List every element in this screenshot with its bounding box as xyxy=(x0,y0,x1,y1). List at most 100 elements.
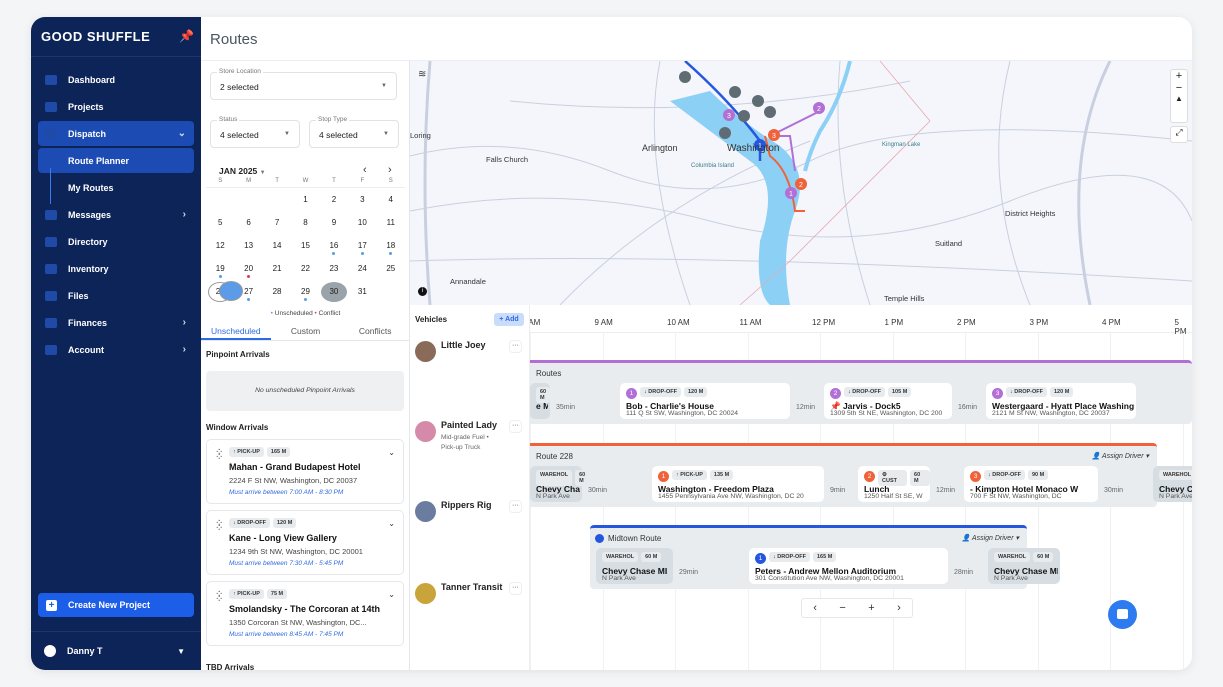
route-stop[interactable]: 1 ↑ PICK-UP 135 M Washington - Freedom Plaz… xyxy=(652,466,824,502)
calendar-day[interactable]: 3 xyxy=(348,188,376,211)
calendar-day[interactable]: 20 xyxy=(234,257,262,280)
calendar-day[interactable]: 10 xyxy=(348,211,376,234)
info-icon[interactable]: i xyxy=(418,287,427,296)
calendar-day[interactable]: 28 xyxy=(263,280,291,303)
calendar-day[interactable]: 5 xyxy=(206,211,234,234)
calendar-day[interactable]: 8 xyxy=(291,211,319,234)
vehicle-row[interactable]: Painted Lady Mid-grade Fuel • Pick-up Tr… xyxy=(410,415,530,495)
next-month-button[interactable]: › xyxy=(388,164,392,176)
calendar-day[interactable]: 14 xyxy=(263,234,291,257)
calendar-day[interactable]: 29 xyxy=(291,280,319,303)
calendar-day[interactable]: 7 xyxy=(263,211,291,234)
sidebar-item-directory[interactable]: Directory xyxy=(38,229,194,254)
vehicle-row[interactable]: Tanner Transit ··· xyxy=(410,577,530,657)
calendar-day[interactable]: 30 xyxy=(320,280,348,303)
calendar-day[interactable]: 21 xyxy=(263,257,291,280)
calendar-day[interactable]: 31 xyxy=(348,280,376,303)
create-project-button[interactable]: + Create New Project xyxy=(38,593,194,617)
store-location-select[interactable]: Store Location 2 selected ▼ xyxy=(210,68,397,100)
calendar-day[interactable]: 15 xyxy=(291,234,319,257)
expand-chevron-icon[interactable]: ⌄ xyxy=(388,519,395,528)
calendar-day[interactable]: 4 xyxy=(377,188,405,211)
user-menu[interactable]: Danny T ▼ xyxy=(31,631,201,670)
layers-icon[interactable]: ≋ xyxy=(418,69,426,80)
compass-icon[interactable]: ▲ xyxy=(1171,94,1187,103)
assign-driver-dropdown[interactable]: 👤 Assign Driver ▾ xyxy=(962,534,1020,542)
calendar-day[interactable]: 16 xyxy=(320,234,348,257)
zoom-in-button[interactable]: + xyxy=(1171,70,1187,82)
warehouse-stop[interactable]: 60 Me MI xyxy=(530,383,551,419)
calendar-day[interactable]: 27 xyxy=(234,280,262,303)
more-options-icon[interactable]: ··· xyxy=(509,340,522,353)
calendar-day[interactable]: 22 xyxy=(291,257,319,280)
calendar-day[interactable]: 26 xyxy=(206,280,243,303)
expand-chevron-icon[interactable]: ⌄ xyxy=(388,448,395,457)
warehouse-stop[interactable]: WAREHOL60 MChevy Chase MIN Park Ave xyxy=(530,466,590,502)
sidebar-item-my-routes[interactable]: My Routes xyxy=(38,175,194,200)
pager-zoom-out-button[interactable]: − xyxy=(839,602,845,614)
route-block[interactable]: Midtown Route 👤 Assign Driver ▾ WAREHOL 60 … xyxy=(590,525,1060,589)
tab-unscheduled[interactable]: Unscheduled xyxy=(201,321,271,340)
status-select[interactable]: Status 4 selected ▼ xyxy=(210,116,300,148)
calendar-day[interactable]: 12 xyxy=(206,234,234,257)
sidebar-item-dispatch[interactable]: Dispatch ⌄ xyxy=(38,121,194,146)
prev-month-button[interactable]: ‹ xyxy=(363,164,367,176)
calendar-day[interactable]: 2 xyxy=(320,188,348,211)
stop-type-select[interactable]: Stop Type 4 selected ▼ xyxy=(309,116,399,148)
chat-launcher-button[interactable] xyxy=(1108,600,1137,629)
route-map[interactable]: 3 2 1 3 2 1 Loring Falls Church Arlingto… xyxy=(410,61,1192,305)
calendar-day[interactable]: 24 xyxy=(348,257,376,280)
sidebar-item-messages[interactable]: Messages › xyxy=(38,202,194,227)
route-stop[interactable]: 2 ⚙ CUST 60 M Lunch 1250 Half St SE, W xyxy=(858,466,930,502)
arrival-card[interactable]: ⁘ ⁘ ↓ DROP-OFF 120 M ⌄ Kane - Long View Ga… xyxy=(206,510,404,575)
calendar-day[interactable]: 9 xyxy=(320,211,348,234)
drag-handle-icon[interactable]: ⁘ ⁘ xyxy=(215,448,224,463)
vehicle-row[interactable]: Little Joey ··· xyxy=(410,335,530,415)
sidebar-item-finances[interactable]: Finances › xyxy=(38,310,194,335)
sidebar-item-files[interactable]: Files xyxy=(38,283,194,308)
calendar-day[interactable]: 11 xyxy=(377,211,405,234)
vehicle-row[interactable]: Rippers Rig ··· xyxy=(410,495,530,575)
calendar-day[interactable]: 25 xyxy=(377,257,405,280)
month-selector[interactable]: JAN 2025 ▼ xyxy=(219,166,266,176)
drag-handle-icon[interactable]: ⁘ ⁘ xyxy=(215,590,224,605)
calendar-day[interactable]: 17 xyxy=(348,234,376,257)
fullscreen-button[interactable]: ⤢ xyxy=(1170,126,1188,143)
warehouse-stop[interactable]: WAREHOL60 MChevy Chase MIN Park Ave xyxy=(988,548,1060,584)
more-options-icon[interactable]: ··· xyxy=(509,582,522,595)
route-stop[interactable]: 2 ↓ DROP-OFF 105 M 📌 Jarvis - Dock5 1309 5th… xyxy=(824,383,952,419)
more-options-icon[interactable]: ··· xyxy=(509,500,522,513)
calendar-day[interactable]: 1 xyxy=(291,188,319,211)
pager-next-button[interactable]: › xyxy=(897,602,901,614)
warehouse-stop[interactable]: WAREHOL60 MChevy Chase MIN Park Ave xyxy=(1153,466,1192,502)
sidebar-item-projects[interactable]: Projects xyxy=(38,94,194,119)
sidebar-item-route-planner[interactable]: Route Planner xyxy=(38,148,194,173)
sidebar-item-inventory[interactable]: Inventory xyxy=(38,256,194,281)
sidebar-item-dashboard[interactable]: Dashboard xyxy=(38,67,194,92)
calendar-day[interactable]: 23 xyxy=(320,257,348,280)
pager-prev-button[interactable]: ‹ xyxy=(813,602,817,614)
route-block[interactable]: Routes 60 Me MI 35min 1↓ DROP-OFF120 MBob -… xyxy=(530,360,1192,424)
tab-conflicts[interactable]: Conflicts xyxy=(340,321,409,340)
route-block[interactable]: Route 228 👤 Assign Driver ▾ WAREHOL 60 M Che… xyxy=(530,443,1192,507)
expand-chevron-icon[interactable]: ⌄ xyxy=(388,590,395,599)
route-stop[interactable]: 1 ↓ DROP-OFF 165 M Peters - Andrew Mellon A… xyxy=(749,548,948,584)
drag-handle-icon[interactable]: ⁘ ⁘ xyxy=(215,519,224,534)
arrival-card[interactable]: ⁘ ⁘ ↑ PICK-UP 75 M ⌄ Smolandsky - The Corc… xyxy=(206,581,404,646)
tab-custom[interactable]: Custom xyxy=(271,321,341,340)
pin-icon[interactable]: 📌 xyxy=(179,29,194,43)
route-stop[interactable]: 3 ↓ DROP-OFF 120 M Westergaard - Hyatt Plac… xyxy=(986,383,1136,419)
calendar-day[interactable]: 18 xyxy=(377,234,405,257)
calendar-day[interactable]: 19 xyxy=(206,257,234,280)
calendar-day[interactable]: 6 xyxy=(234,211,262,234)
route-stop[interactable]: 1 ↓ DROP-OFF 120 M Bob - Charlie's House 111… xyxy=(620,383,790,419)
warehouse-stop[interactable]: WAREHOL60 MChevy Chase MIN Park Ave xyxy=(596,548,673,584)
zoom-out-button[interactable]: − xyxy=(1171,82,1187,94)
pager-zoom-in-button[interactable]: + xyxy=(868,602,874,614)
add-vehicle-button[interactable]: + Add xyxy=(494,313,524,326)
route-stop[interactable]: 3 ↓ DROP-OFF 90 M- Kimpton Hotel Monaco W7… xyxy=(964,466,1098,502)
more-options-icon[interactable]: ··· xyxy=(509,420,522,433)
calendar-day[interactable]: 13 xyxy=(234,234,262,257)
arrival-card[interactable]: ⁘ ⁘ ↑ PICK-UP 165 M ⌄ Mahan - Grand Budape… xyxy=(206,439,404,504)
sidebar-item-account[interactable]: Account › xyxy=(38,337,194,362)
